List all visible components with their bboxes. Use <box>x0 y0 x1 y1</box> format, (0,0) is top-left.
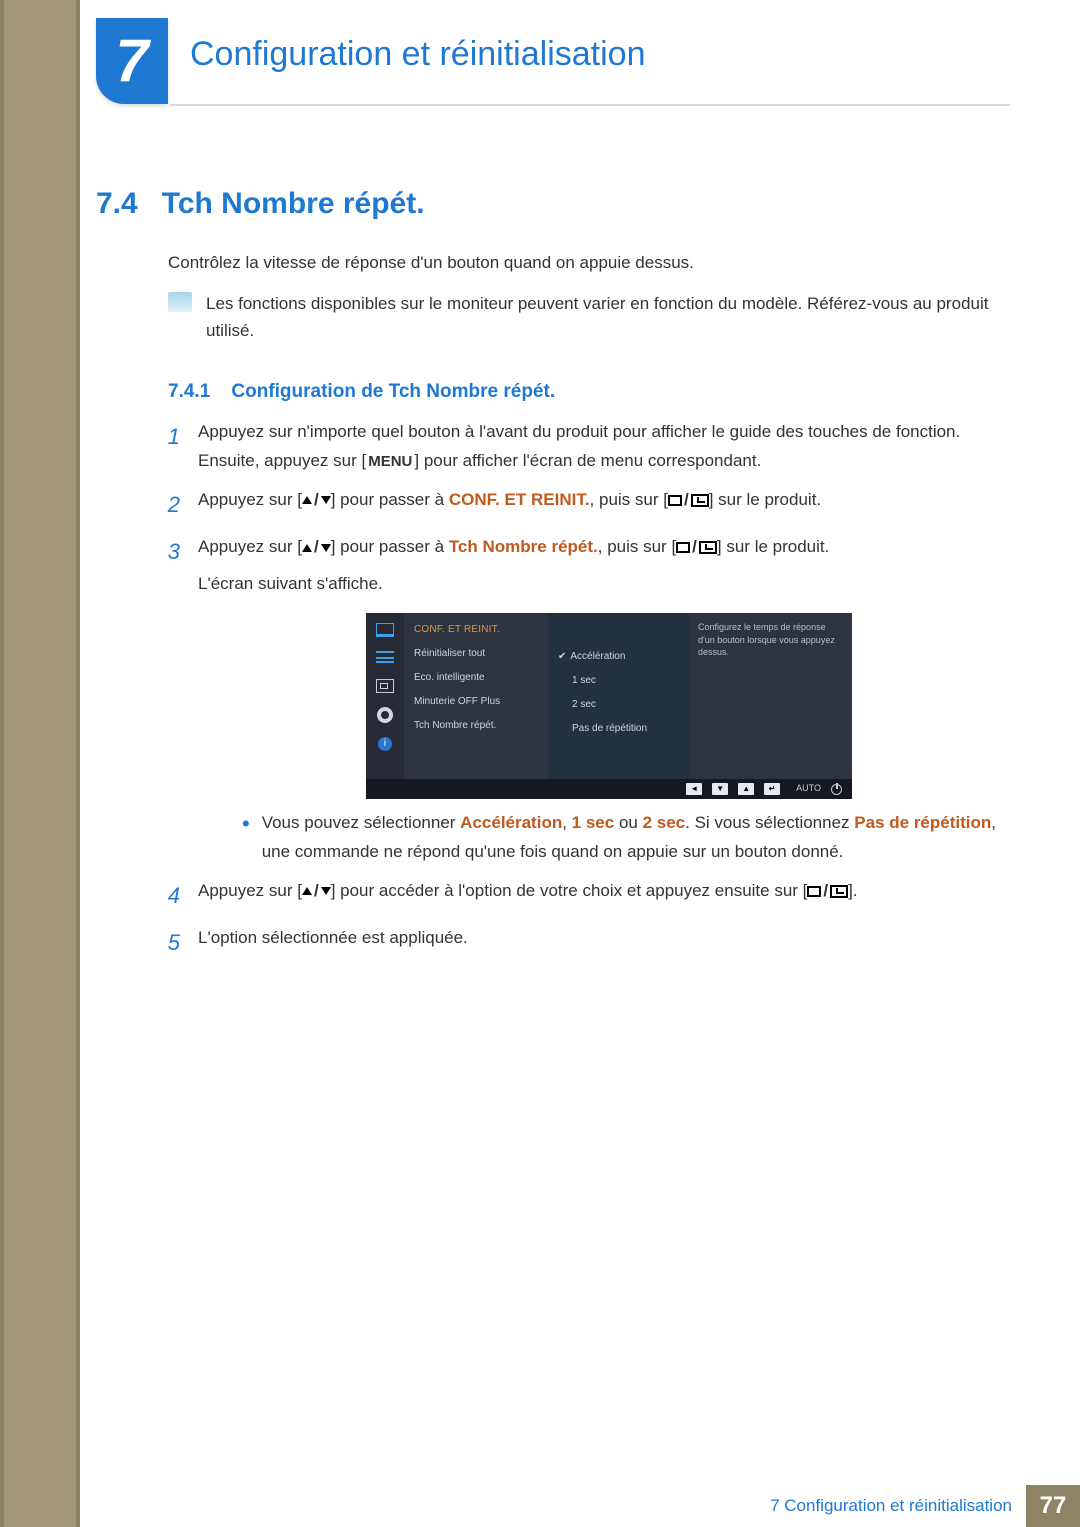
osd-menu-item: Eco. intelligente <box>414 669 538 686</box>
osd-option: ✔Accélération <box>558 648 680 665</box>
text: , puis sur [ <box>598 537 676 556</box>
step-number: 3 <box>162 533 180 570</box>
highlight: Tch Nombre répét. <box>449 537 598 556</box>
text: ] pour passer à <box>331 537 449 556</box>
menu-icon <box>376 651 394 665</box>
highlight: 1 sec <box>572 813 615 832</box>
step-4: 4 Appuyez sur [/] pour accéder à l'optio… <box>162 877 1002 914</box>
subsection-title: Configuration de Tch Nombre répét. <box>231 381 555 402</box>
menu-label: MENU <box>366 449 414 475</box>
text: ] sur le produit. <box>709 490 821 509</box>
select-enter-icon: / <box>807 877 848 906</box>
text: Appuyez sur [ <box>198 881 302 900</box>
footer-page-number: 77 <box>1026 1485 1080 1527</box>
step-body: Appuyez sur [/] pour passer à Tch Nombre… <box>198 533 1002 867</box>
subsection-heading: 7.4.1 Configuration de Tch Nombre répét. <box>168 381 555 403</box>
text: Vous pouvez sélectionner <box>262 813 460 832</box>
text: , <box>562 813 571 832</box>
step-body: Appuyez sur n'importe quel bouton à l'av… <box>198 418 1002 476</box>
text: . Si vous sélectionnez <box>685 813 854 832</box>
up-down-icon: / <box>302 486 331 515</box>
text: ]. <box>848 881 857 900</box>
osd-sidebar: i <box>366 613 404 779</box>
osd-option: 2 sec <box>558 696 680 713</box>
text: L'écran suivant s'affiche. <box>198 570 1002 599</box>
step-5: 5 L'option sélectionnée est appliquée. <box>162 924 1002 961</box>
text: , puis sur [ <box>590 490 668 509</box>
up-icon: ▲ <box>738 783 754 795</box>
text: Appuyez sur [ <box>198 537 302 556</box>
side-accent-bar <box>0 0 80 1527</box>
highlight: 2 sec <box>643 813 686 832</box>
step-number: 2 <box>162 486 180 523</box>
info-icon: i <box>378 737 392 751</box>
step-body: L'option sélectionnée est appliquée. <box>198 924 1002 953</box>
note-block: Les fonctions disponibles sur le moniteu… <box>168 290 998 344</box>
osd-option: Pas de répétition <box>558 720 680 737</box>
bullet-icon: • <box>242 813 250 867</box>
check-icon: ✔ <box>558 648 566 665</box>
up-down-icon: / <box>302 533 331 562</box>
osd-menu-item: Réinitialiser tout <box>414 645 538 662</box>
down-icon: ▼ <box>712 783 728 795</box>
text: 2 sec <box>572 696 596 713</box>
steps-list: 1 Appuyez sur n'importe quel bouton à l'… <box>162 418 1002 972</box>
step-3: 3 Appuyez sur [/] pour passer à Tch Nomb… <box>162 533 1002 867</box>
step-1: 1 Appuyez sur n'importe quel bouton à l'… <box>162 418 1002 476</box>
auto-label: AUTO <box>796 781 821 796</box>
step-body: Appuyez sur [/] pour passer à CONF. ET R… <box>198 486 1002 515</box>
select-enter-icon: / <box>676 533 717 562</box>
left-icon: ◄ <box>686 783 702 795</box>
up-down-icon: / <box>302 877 331 906</box>
step-number: 4 <box>162 877 180 914</box>
monitor-icon <box>376 623 394 637</box>
text: ] pour passer à <box>331 490 449 509</box>
highlight: Pas de répétition <box>854 813 991 832</box>
bullet-text: Vous pouvez sélectionner Accélération, 1… <box>262 809 1002 867</box>
subsection-number: 7.4.1 <box>168 381 210 402</box>
osd-nav-bar: ◄ ▼ ▲ ↵ AUTO <box>366 779 852 799</box>
gear-icon <box>377 707 393 723</box>
text: Accélération <box>570 648 625 665</box>
osd-option: 1 sec <box>558 672 680 689</box>
highlight: CONF. ET REINIT. <box>449 490 590 509</box>
step-2: 2 Appuyez sur [/] pour passer à CONF. ET… <box>162 486 1002 523</box>
osd-tooltip: Configurez le temps de réponse d'un bout… <box>690 613 852 779</box>
osd-screenshot: i CONF. ET REINIT. Réinitialiser tout Ec… <box>366 613 852 799</box>
text: Pas de répétition <box>572 720 647 737</box>
footer: 7 Configuration et réinitialisation 77 <box>80 1485 1080 1527</box>
note-icon <box>168 292 192 312</box>
side-accent-inner <box>4 0 76 1527</box>
bullet-note: • Vous pouvez sélectionner Accélération,… <box>242 809 1002 867</box>
text: 1 sec <box>572 672 596 689</box>
section-heading: 7.4 Tch Nombre répét. <box>96 187 425 221</box>
section-number: 7.4 <box>96 187 138 221</box>
osd-menu-title: CONF. ET REINIT. <box>414 621 538 638</box>
chapter-title: Configuration et réinitialisation <box>190 35 645 74</box>
osd-submenu: ✔Accélération 1 sec 2 sec Pas de répétit… <box>548 613 690 779</box>
osd-menu-item: Minuterie OFF Plus <box>414 693 538 710</box>
note-text: Les fonctions disponibles sur le moniteu… <box>206 290 998 344</box>
enter-icon: ↵ <box>764 783 780 795</box>
resize-icon <box>376 679 394 693</box>
highlight: Accélération <box>460 813 562 832</box>
chapter-badge: 7 <box>96 18 168 104</box>
osd-menu: CONF. ET REINIT. Réinitialiser tout Eco.… <box>404 613 548 779</box>
section-title: Tch Nombre répét. <box>162 187 425 221</box>
title-underline <box>170 104 1010 106</box>
footer-text: 7 Configuration et réinitialisation <box>770 1496 1012 1516</box>
select-enter-icon: / <box>668 486 709 515</box>
step-number: 1 <box>162 418 180 455</box>
text: ou <box>614 813 642 832</box>
text: ] pour accéder à l'option de votre choix… <box>331 881 808 900</box>
osd-menu-item: Tch Nombre répét. <box>414 717 538 734</box>
intro-text: Contrôlez la vitesse de réponse d'un bou… <box>168 253 694 273</box>
step-body: Appuyez sur [/] pour accéder à l'option … <box>198 877 1002 906</box>
power-icon <box>831 784 842 795</box>
text: ] pour afficher l'écran de menu correspo… <box>414 451 761 470</box>
step-number: 5 <box>162 924 180 961</box>
text: ] sur le produit. <box>717 537 829 556</box>
text: Appuyez sur [ <box>198 490 302 509</box>
